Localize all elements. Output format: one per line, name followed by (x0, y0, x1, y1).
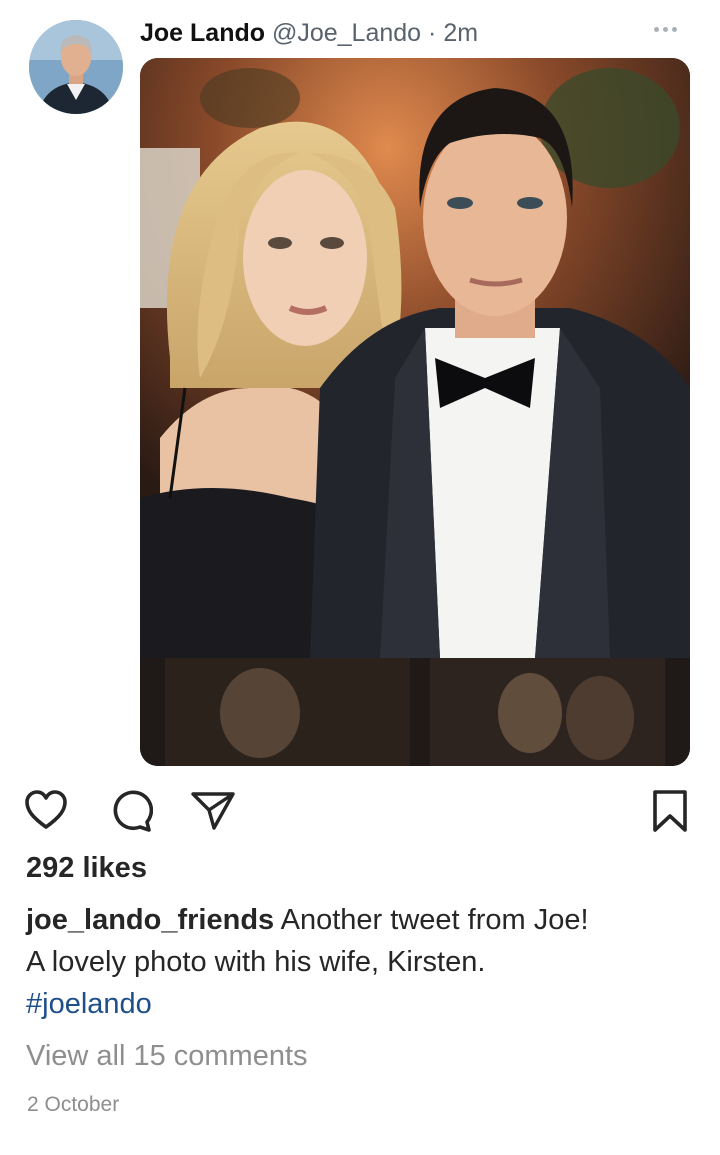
tweet-time: 2m (443, 19, 479, 47)
hashtag-link[interactable]: #joelando (26, 983, 696, 1025)
caption-text-line1: Another tweet from Joe! (280, 904, 589, 936)
more-dots-icon[interactable] (654, 22, 688, 36)
likes-count[interactable]: 292 likes (26, 852, 147, 885)
view-comments-link[interactable]: View all 15 comments (26, 1040, 308, 1073)
author-name[interactable]: Joe Lando (140, 19, 265, 47)
couple-photo-image (140, 58, 690, 766)
post-caption: joe_lando_friends Another tweet from Joe… (26, 899, 696, 1025)
send-icon[interactable] (190, 790, 236, 832)
comment-bubble-icon[interactable] (109, 790, 153, 832)
avatar-photo (29, 20, 123, 114)
avatar[interactable] (29, 20, 123, 114)
action-bar (0, 780, 720, 840)
tweet-header: Joe Lando @Joe_Lando · 2m (140, 18, 478, 48)
bookmark-icon[interactable] (650, 789, 690, 833)
heart-icon[interactable] (24, 790, 68, 830)
caption-text-line2: A lovely photo with his wife, Kirsten. (26, 946, 486, 978)
post-photo[interactable] (140, 58, 690, 766)
post-date: 2 October (27, 1093, 120, 1116)
separator-dot: · (428, 19, 437, 47)
author-handle[interactable]: @Joe_Lando (272, 19, 421, 47)
caption-username[interactable]: joe_lando_friends (26, 904, 274, 936)
